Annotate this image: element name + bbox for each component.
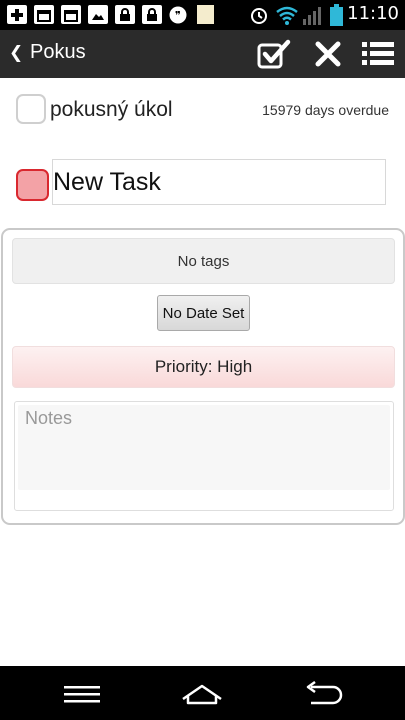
tags-field[interactable]: No tags — [12, 238, 395, 284]
calendar-icon — [34, 5, 54, 24]
status-bar: ❞ 11:10 — [0, 0, 405, 30]
new-task-input[interactable]: New Task — [52, 159, 386, 205]
priority-selector[interactable]: Priority: High — [12, 346, 395, 388]
note-icon — [196, 5, 214, 24]
lock-icon — [142, 5, 162, 24]
page-title[interactable]: Pokus — [30, 41, 86, 64]
task-title[interactable]: pokusný úkol — [50, 98, 173, 122]
signal-icon — [302, 5, 324, 25]
back-icon[interactable] — [292, 674, 352, 714]
image-icon — [88, 5, 108, 24]
check-save-icon[interactable] — [256, 36, 292, 72]
status-time: 11:10 — [347, 3, 399, 24]
svg-text:❞: ❞ — [175, 9, 181, 22]
notes-placeholder: Notes — [25, 408, 73, 428]
new-task-row: New Task — [0, 158, 405, 208]
task-checkbox[interactable] — [16, 94, 46, 124]
home-icon[interactable] — [172, 674, 232, 714]
wifi-icon — [275, 5, 299, 25]
battery-icon — [329, 3, 343, 26]
list-icon[interactable] — [360, 36, 396, 72]
notes-inner — [18, 405, 390, 490]
lock-icon — [115, 5, 135, 24]
notes-field[interactable]: Notes — [14, 401, 394, 511]
date-button[interactable]: No Date Set — [157, 295, 250, 331]
navigation-bar — [0, 666, 405, 720]
new-task-checkbox[interactable] — [16, 169, 49, 201]
task-details-panel: No tags No Date Set Priority: High Notes — [1, 228, 405, 525]
quote-icon: ❞ — [168, 5, 188, 24]
close-icon[interactable] — [310, 36, 346, 72]
calendar-icon — [61, 5, 81, 24]
alarm-icon — [249, 5, 269, 24]
task-overdue-status: 15979 days overdue — [262, 102, 389, 118]
task-row[interactable]: pokusný úkol 15979 days overdue — [0, 86, 405, 136]
action-bar: ❮ Pokus — [0, 30, 405, 78]
menu-icon[interactable] — [52, 674, 112, 714]
chevron-left-icon[interactable]: ❮ — [9, 43, 23, 63]
add-icon — [7, 5, 27, 24]
